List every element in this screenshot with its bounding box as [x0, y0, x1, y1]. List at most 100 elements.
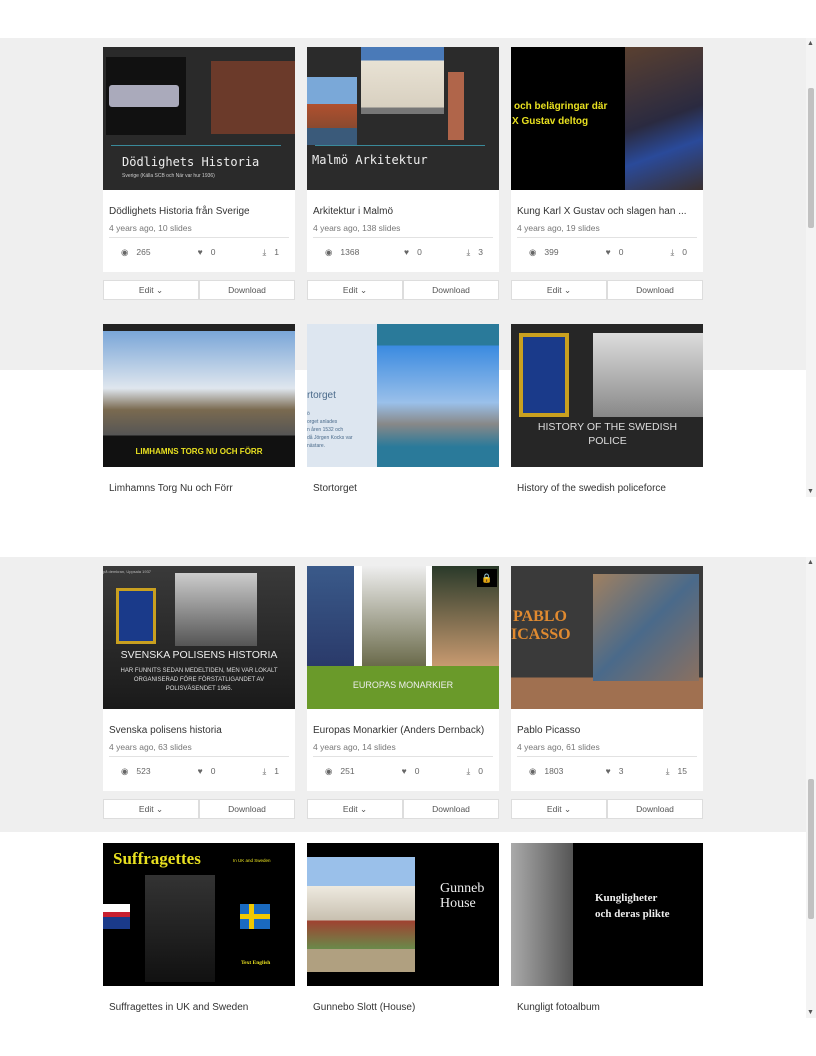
card-title[interactable]: Suffragettes in UK and Sweden — [103, 986, 295, 1013]
thumbnail-subtitle: In UK and Sweden — [233, 858, 271, 863]
edit-label: Edit — [138, 285, 154, 295]
thumbnail[interactable]: på demkran, Uppsala 1937 SVENSKA POLISEN… — [103, 566, 295, 709]
gallery-panel-1: Dödlighets Historia Sverige (Källa SCB o… — [0, 38, 816, 497]
download-button[interactable]: Download — [403, 280, 499, 300]
card-meta: 4 years ago, 19 slides — [517, 223, 600, 233]
lock-icon: 🔒 — [477, 569, 497, 587]
eye-icon: ◉ — [121, 766, 129, 776]
thumbnail[interactable]: HISTORY OF THE SWEDISH POLICE — [511, 324, 703, 467]
presentation-card[interactable]: Dödlighets Historia Sverige (Källa SCB o… — [103, 47, 295, 272]
heart-icon: ♥ — [197, 247, 203, 257]
thumbnail-title: EUROPAS MONARKIER — [352, 680, 454, 690]
thumbnail-text: Text English — [241, 960, 271, 966]
thumbnail[interactable]: 🔒 EUROPAS MONARKIER — [307, 566, 499, 709]
edit-button[interactable]: Edit ⌄ — [511, 280, 607, 300]
thumbnail[interactable]: LIMHAMNS TORG NU OCH FÖRR — [103, 324, 295, 467]
presentation-card[interactable]: PABLO ICASSO Pablo Picasso 4 years ago, … — [511, 566, 703, 791]
presentation-card[interactable]: Kungligheter och deras plikte Kungligt f… — [511, 843, 703, 1018]
downloads-count: 0 — [682, 247, 687, 257]
download-button[interactable]: Download — [199, 799, 295, 819]
card-title[interactable]: Gunnebo Slott (House) — [307, 986, 499, 1013]
heart-icon: ♥ — [605, 247, 611, 257]
presentation-card[interactable]: rtorget ö orget anlades n åren 1532 och … — [307, 324, 499, 497]
card-title[interactable]: Limhamns Torg Nu och Förr — [103, 467, 295, 494]
card-title[interactable]: Stortorget — [307, 467, 499, 494]
eye-icon: ◉ — [325, 766, 333, 776]
edit-button[interactable]: Edit ⌄ — [103, 280, 199, 300]
likes-count: 0 — [417, 247, 422, 257]
card-meta: 4 years ago, 14 slides — [313, 742, 396, 752]
scrollbar[interactable]: ▲ ▼ — [806, 557, 816, 1018]
thumbnail-text: Kungligheter — [595, 892, 658, 904]
thumbnail[interactable]: Suffragettes In UK and Sweden Text Engli… — [103, 843, 295, 986]
scrollbar-thumb[interactable] — [808, 88, 814, 228]
thumbnail-title: HISTORY OF THE SWEDISH POLICE — [537, 421, 678, 447]
card-title[interactable]: Svenska polisens historia — [103, 709, 295, 736]
card-title[interactable]: Dödlighets Historia från Sverige — [103, 190, 295, 217]
thumbnail[interactable]: Malmö Arkitektur — [307, 47, 499, 190]
card-title[interactable]: Pablo Picasso — [511, 709, 703, 736]
edit-label: Edit — [342, 804, 358, 814]
views-count: 1368 — [340, 247, 360, 257]
card-title[interactable]: Kung Karl X Gustav och slagen han ... — [511, 190, 703, 217]
edit-button[interactable]: Edit ⌄ — [307, 280, 403, 300]
download-button[interactable]: Download — [199, 280, 295, 300]
scrollbar[interactable]: ▲ ▼ — [806, 38, 816, 497]
presentation-card[interactable]: LIMHAMNS TORG NU OCH FÖRR Limhamns Torg … — [103, 324, 295, 497]
scrollbar-thumb[interactable] — [808, 779, 814, 919]
card-title[interactable]: Kungligt fotoalbum — [511, 986, 703, 1013]
eye-icon: ◉ — [529, 766, 537, 776]
thumbnail-title: rtorget — [307, 390, 336, 401]
chevron-down-icon: ⌄ — [563, 803, 572, 814]
edit-button[interactable]: Edit ⌄ — [511, 799, 607, 819]
thumbnail-title: Suffragettes — [113, 849, 201, 868]
thumbnail[interactable]: rtorget ö orget anlades n åren 1532 och … — [307, 324, 499, 467]
download-icon: ⤓ — [262, 766, 267, 776]
presentation-card[interactable]: och belägringar där X Gustav deltog Kung… — [511, 47, 703, 272]
download-button[interactable]: Download — [403, 799, 499, 819]
card-title[interactable]: Europas Monarkier (Anders Dernback) — [307, 709, 499, 736]
card-meta: 4 years ago, 10 slides — [109, 223, 192, 233]
presentation-card[interactable]: Suffragettes In UK and Sweden Text Engli… — [103, 843, 295, 1018]
presentation-card[interactable]: Gunneb House Gunnebo Slott (House) — [307, 843, 499, 1018]
card-stats: ◉ 251 ♥ 0 ⤓ 0 — [307, 757, 499, 788]
thumbnail[interactable]: Kungligheter och deras plikte — [511, 843, 703, 986]
edit-label: Edit — [546, 804, 562, 814]
presentation-card[interactable]: HISTORY OF THE SWEDISH POLICE History of… — [511, 324, 703, 497]
edit-button[interactable]: Edit ⌄ — [103, 799, 199, 819]
download-icon: ⤓ — [262, 247, 267, 257]
edit-label: Edit — [342, 285, 358, 295]
thumbnail[interactable]: Gunneb House — [307, 843, 499, 986]
download-button[interactable]: Download — [607, 280, 703, 300]
card-stats: ◉ 1368 ♥ 0 ⤓ 3 — [307, 238, 499, 269]
thumbnail-text: och belägringar där — [514, 101, 608, 112]
presentation-card[interactable]: Malmö Arkitektur Arkitektur i Malmö 4 ye… — [307, 47, 499, 272]
download-button[interactable]: Download — [607, 799, 703, 819]
chevron-down-icon: ⌄ — [359, 284, 368, 295]
views-count: 399 — [544, 247, 559, 257]
presentation-card[interactable]: på demkran, Uppsala 1937 SVENSKA POLISEN… — [103, 566, 295, 791]
downloads-count: 0 — [478, 766, 483, 776]
download-icon: ⤓ — [466, 247, 471, 257]
thumbnail-text: Gunneb — [440, 881, 485, 896]
edit-label: Edit — [546, 285, 562, 295]
download-icon: ⤓ — [665, 766, 670, 776]
thumbnail-title: LIMHAMNS TORG NU OCH FÖRR — [135, 447, 263, 456]
card-title[interactable]: History of the swedish policeforce — [511, 467, 703, 494]
eye-icon: ◉ — [121, 247, 129, 257]
likes-count: 0 — [210, 766, 216, 776]
downloads-count: 1 — [274, 247, 279, 257]
thumbnail[interactable]: Dödlighets Historia Sverige (Källa SCB o… — [103, 47, 295, 190]
download-icon: ⤓ — [670, 247, 675, 257]
heart-icon: ♥ — [401, 766, 407, 776]
thumbnail-title: SVENSKA POLISENS HISTORIA — [120, 649, 278, 661]
thumbnail-text: PABLO — [513, 608, 567, 625]
thumbnail-text: X Gustav deltog — [512, 116, 589, 127]
card-stats: ◉ 1803 ♥ 3 ⤓ 15 — [511, 757, 703, 788]
card-title[interactable]: Arkitektur i Malmö — [307, 190, 499, 217]
edit-button[interactable]: Edit ⌄ — [307, 799, 403, 819]
thumbnail[interactable]: och belägringar där X Gustav deltog — [511, 47, 703, 190]
thumbnail[interactable]: PABLO ICASSO — [511, 566, 703, 709]
presentation-card[interactable]: 🔒 EUROPAS MONARKIER Europas Monarkier (A… — [307, 566, 499, 791]
heart-icon: ♥ — [605, 766, 611, 776]
